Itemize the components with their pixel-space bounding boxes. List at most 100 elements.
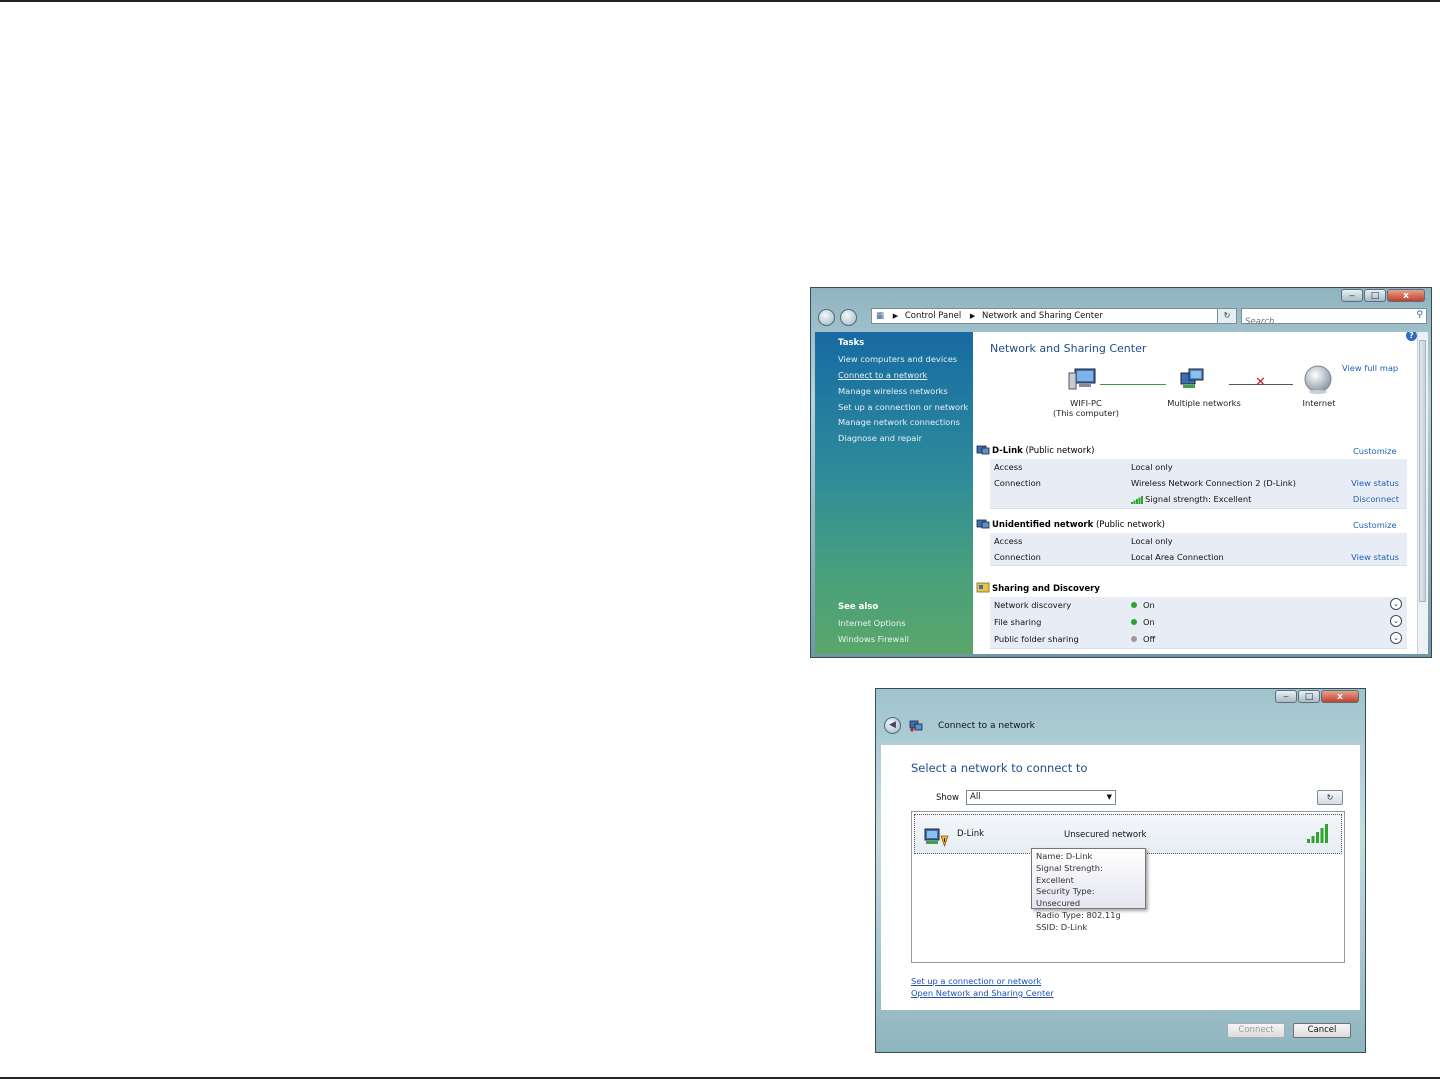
tooltip-line: SSID: D-Link (1036, 921, 1088, 932)
network-name: D-Link (992, 446, 1023, 456)
sharing-row: Network discovery On ⌄ (990, 597, 1407, 615)
expand-icon[interactable]: ⌄ (1390, 632, 1402, 644)
see-also-internet-options[interactable]: Internet Options (838, 618, 906, 628)
open-network-center-link[interactable]: Open Network and Sharing Center (911, 988, 1054, 998)
search-icon[interactable]: ⚲ (1416, 310, 1423, 320)
forward-button[interactable] (840, 309, 857, 326)
close-button[interactable]: x (1387, 289, 1425, 302)
dialog-buttons: Connect Cancel (881, 1010, 1360, 1048)
task-setup-connection[interactable]: Set up a connection or network (838, 402, 968, 412)
see-also-heading: See also (838, 602, 879, 612)
view-status-link[interactable]: View status (1351, 552, 1399, 562)
bottom-rule (0, 1077, 1440, 1079)
task-view-computers[interactable]: View computers and devices (838, 354, 957, 364)
network-name-dlink: D-Link (Public network) (992, 446, 1095, 456)
scrollbar-thumb[interactable] (1419, 340, 1426, 602)
network-tooltip: Name: D-Link Signal Strength: Excellent … (1031, 848, 1146, 932)
status-text: Off (1143, 634, 1156, 644)
sharing-heading: Sharing and Discovery (992, 584, 1100, 594)
detail-row: Signal strength: Excellent Disconnect (990, 491, 1407, 509)
dialog-title: Connect to a network (938, 721, 1035, 731)
tasks-heading: Tasks (838, 338, 865, 348)
network-sharing-center-window: ‒ □ x ▦ ▶ Control Panel ▶ Network and Sh… (810, 287, 1432, 658)
see-also-windows-firewall[interactable]: Windows Firewall (838, 634, 909, 644)
maximize-button[interactable]: □ (1364, 289, 1386, 302)
search-box: ⚲ (1241, 308, 1427, 329)
row-key: File sharing (994, 617, 1042, 627)
signal-strength: Signal strength: Excellent (1131, 494, 1251, 504)
window-controls: ‒ □ x (1341, 289, 1425, 302)
wireless-network-icon (924, 828, 949, 848)
close-button[interactable]: x (1321, 690, 1359, 703)
task-manage-wireless[interactable]: Manage wireless networks (838, 386, 948, 396)
computer-name: WIFI-PC (1070, 398, 1102, 408)
back-button[interactable]: ◀ (884, 717, 901, 734)
network-name-unidentified: Unidentified network (Public network) (992, 520, 1165, 530)
network-security: Unsecured network (1064, 830, 1147, 840)
network-icon (909, 720, 923, 732)
status-on-icon (1131, 602, 1137, 608)
dialog-titlebar: ◀ Connect to a network (876, 713, 1365, 741)
breadcrumb-control-panel[interactable]: Control Panel (905, 311, 961, 321)
row-key: Access (994, 462, 1023, 472)
view-status-link[interactable]: View status (1351, 478, 1399, 488)
signal-strength-icon (1307, 824, 1328, 843)
refresh-icon[interactable]: ↻ (1317, 790, 1343, 805)
detail-row: Access Local only (990, 459, 1407, 476)
window-controls: ‒ □ x (1275, 690, 1359, 703)
disconnect-link[interactable]: Disconnect (1353, 494, 1399, 504)
detail-row: Connection Wireless Network Connection 2… (990, 475, 1407, 492)
minimize-button[interactable]: ‒ (1275, 690, 1297, 703)
minimize-button[interactable]: ‒ (1341, 289, 1363, 302)
signal-strength-text: Signal strength: Excellent (1145, 494, 1252, 504)
detail-row: Access Local only (990, 533, 1407, 550)
network-icon (976, 519, 990, 529)
network-icon[interactable] (1177, 367, 1207, 391)
disconnected-x-icon[interactable]: ✕ (1255, 376, 1266, 390)
connect-button[interactable]: Connect (1227, 1023, 1285, 1038)
tooltip-line: Security Type: Unsecured (1036, 886, 1095, 909)
customize-link[interactable]: Customize (1353, 520, 1397, 530)
expand-icon[interactable]: ⌄ (1390, 615, 1402, 627)
task-manage-connections[interactable]: Manage network connections (838, 417, 960, 427)
view-full-map-link[interactable]: View full map (1342, 363, 1398, 373)
globe-icon[interactable] (1301, 365, 1335, 395)
status-on-icon (1131, 619, 1137, 625)
navigation-bar: ▦ ▶ Control Panel ▶ Network and Sharing … (811, 306, 1431, 329)
computer-icon[interactable] (1067, 367, 1097, 391)
row-value: Wireless Network Connection 2 (D-Link) (1131, 478, 1296, 488)
tooltip-line: Radio Type: 802.11g (1036, 909, 1121, 920)
vertical-scrollbar[interactable] (1417, 332, 1428, 654)
row-key: Connection (994, 552, 1041, 562)
computer-subtitle: (This computer) (1052, 408, 1120, 418)
internet-label: Internet (1302, 398, 1336, 408)
sharing-icon (976, 582, 990, 593)
row-value: Local only (1131, 462, 1173, 472)
show-filter-select[interactable]: All ▼ (966, 790, 1116, 805)
cancel-button[interactable]: Cancel (1293, 1023, 1351, 1038)
search-input[interactable] (1242, 315, 1408, 329)
help-icon[interactable]: ? (1406, 332, 1417, 341)
row-key: Network discovery (994, 600, 1072, 610)
breadcrumb-arrow-icon: ▶ (892, 312, 899, 320)
expand-icon[interactable]: ⌄ (1390, 598, 1402, 610)
tasks-sidebar: Tasks View computers and devices Connect… (815, 332, 973, 654)
show-filter-value: All (970, 792, 981, 802)
address-bar[interactable]: ▦ ▶ Control Panel ▶ Network and Sharing … (871, 308, 1237, 324)
setup-connection-link[interactable]: Set up a connection or network (911, 976, 1041, 986)
network-type: (Public network) (1095, 520, 1165, 530)
network-name: D-Link (957, 829, 985, 839)
control-panel-icon: ▦ (876, 311, 885, 321)
refresh-button[interactable]: ↻ (1217, 308, 1237, 324)
maximize-button[interactable]: □ (1298, 690, 1320, 703)
customize-link[interactable]: Customize (1353, 446, 1397, 456)
back-button[interactable] (818, 309, 835, 326)
page-title: Network and Sharing Center (990, 342, 1147, 355)
task-connect-to-network[interactable]: Connect to a network (838, 370, 927, 380)
breadcrumb-network-center[interactable]: Network and Sharing Center (982, 311, 1103, 321)
row-key: Connection (994, 478, 1041, 488)
sharing-row: Public folder sharing Off ⌄ (990, 631, 1407, 649)
dialog-body: Select a network to connect to Show All … (881, 745, 1360, 1010)
task-diagnose-repair[interactable]: Diagnose and repair (838, 433, 922, 443)
signal-bars-icon (1131, 496, 1143, 504)
